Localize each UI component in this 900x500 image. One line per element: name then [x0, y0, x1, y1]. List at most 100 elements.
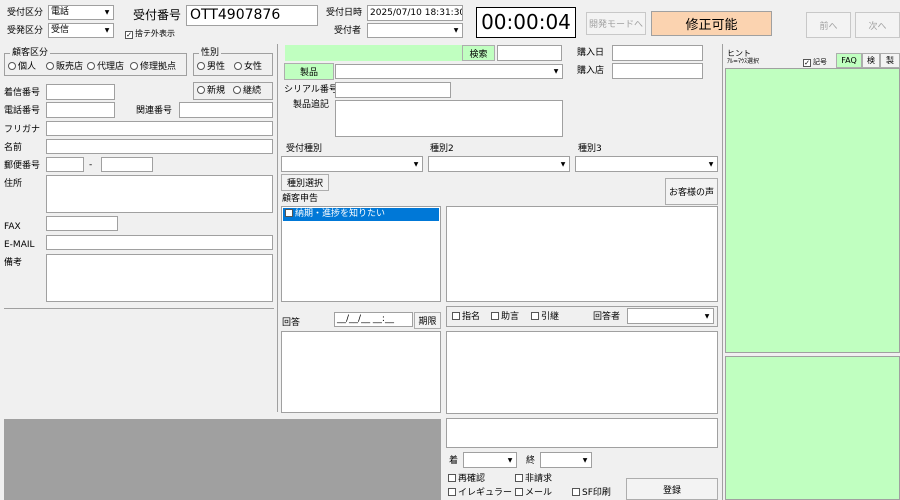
denwa-field[interactable] [46, 102, 115, 118]
biko-label: 備考 [4, 258, 23, 268]
saikakunin-checkbox[interactable]: 再確認 [448, 474, 485, 485]
chevron-down-icon: ▼ [582, 456, 588, 464]
jogen-checkbox[interactable]: 助言 [491, 312, 519, 323]
checkbox-icon [285, 209, 293, 217]
checkbox-icon [448, 474, 456, 482]
chakushin-field[interactable] [46, 84, 115, 100]
kaitousha-select[interactable]: ▼ [627, 308, 714, 324]
radio-icon [234, 62, 242, 70]
bottom-gray-panel [4, 419, 441, 500]
kigou-checkbox[interactable]: ✓ 記号 [803, 57, 827, 68]
radio-icon [197, 62, 205, 70]
kaitou-field[interactable] [281, 331, 441, 413]
namae-field[interactable] [46, 139, 273, 154]
shubetsu-sentaku-button[interactable]: 種別選択 [281, 174, 329, 191]
yubin-field-1[interactable] [46, 157, 84, 172]
uketsuke-bangou-field[interactable]: OTT4907876 [186, 5, 318, 26]
meru-checkbox[interactable]: メール [515, 488, 552, 499]
shubetsu3-select[interactable]: ▼ [575, 156, 718, 172]
seibetsu-radio-josei[interactable]: 女性 [234, 62, 262, 73]
email-field[interactable] [46, 235, 273, 250]
okyakusama-no-koe-button[interactable]: お客様の声 [665, 178, 718, 205]
shubetsu2-select[interactable]: ▼ [428, 156, 570, 172]
checkbox-label: 非請求 [525, 474, 553, 484]
kensaku-highlight [285, 45, 463, 61]
kaitou-detail-field[interactable] [446, 331, 718, 414]
list-item[interactable]: 納期・進捗を知りたい [283, 208, 439, 221]
hint-content-lower[interactable] [725, 356, 900, 500]
radio-label: 個人 [18, 62, 37, 72]
sute-hyouji-checkbox[interactable]: ✓ 捨テ外表示 [125, 28, 175, 39]
radio-icon [197, 86, 205, 94]
shimei-checkbox[interactable]: 指名 [452, 312, 480, 323]
tab-faq[interactable]: FAQ [836, 53, 862, 68]
kounyubi-field[interactable] [612, 45, 703, 61]
uketsuke-kubun-select[interactable]: 電話 ▼ [48, 5, 114, 20]
uketsuke-shubetsu-select[interactable]: ▼ [281, 156, 423, 172]
jusho-field[interactable] [46, 175, 273, 213]
furigana-label: フリガナ [4, 125, 41, 135]
iregyura-checkbox[interactable]: イレギュラー [448, 488, 512, 499]
touroku-button[interactable]: 登録 [626, 478, 718, 500]
uketsukesha-select[interactable]: ▼ [367, 23, 463, 38]
furigana-field[interactable] [46, 121, 273, 136]
kounyuten-field[interactable] [612, 63, 703, 79]
kubun-radio-shuri[interactable]: 修理拠点 [130, 62, 176, 73]
chaku-select[interactable]: ▼ [463, 452, 517, 468]
sf-insatsu-checkbox[interactable]: SF印刷 [572, 488, 611, 499]
kigen-date-field[interactable]: __/__/__ __:__ [334, 312, 413, 327]
fax-field[interactable] [46, 216, 118, 231]
yubin-label: 郵便番号 [4, 161, 41, 171]
seihin-ki-field[interactable] [335, 100, 563, 137]
kaihatsu-mode-button[interactable]: 開発モードへ [586, 12, 646, 35]
chakushin-label: 着信番号 [4, 88, 41, 98]
yubin-field-2[interactable] [101, 157, 153, 172]
email-label: E-MAIL [4, 240, 35, 250]
checkbox-icon [491, 312, 499, 320]
serial-field[interactable] [335, 82, 451, 98]
kaitou-label: 回答 [282, 318, 301, 328]
uketsuke-shubetsu-label: 受付種別 [286, 144, 323, 154]
seibetsu-radio-dansei[interactable]: 男性 [197, 62, 225, 73]
checkbox-checked-icon: ✓ [125, 31, 133, 39]
kigen-button[interactable]: 期限 [414, 312, 441, 329]
hint-content-upper[interactable] [725, 68, 900, 353]
kensaku-field[interactable] [497, 45, 562, 61]
mae-button[interactable]: 前へ [806, 12, 851, 38]
kubun-radio-kojin[interactable]: 個人 [8, 62, 36, 73]
kanren-label: 関連番号 [136, 106, 173, 116]
tsugi-button[interactable]: 次へ [855, 12, 900, 38]
biko-field[interactable] [46, 254, 273, 302]
radio-label: 男性 [207, 62, 226, 72]
shuu-select[interactable]: ▼ [540, 452, 592, 468]
denwa-label: 電話番号 [4, 106, 41, 116]
juhatsu-kubun-select[interactable]: 受信 ▼ [48, 23, 114, 38]
radio-label: 代理店 [97, 62, 125, 72]
uketsuke-nichiji-field[interactable]: 2025/07/10 18:31:30 [367, 5, 463, 21]
seihin-button[interactable]: 製品 [284, 63, 334, 80]
vertical-divider [277, 44, 278, 412]
tab-ken[interactable]: 検 [862, 53, 880, 68]
kubun-radio-dairiten[interactable]: 代理店 [87, 62, 124, 73]
tab-sei[interactable]: 製 [880, 53, 900, 68]
kubun-radio-hanbaiten[interactable]: 販売店 [46, 62, 83, 73]
hikitsugi-checkbox[interactable]: 引継 [531, 312, 559, 323]
keizoku-radio-keizoku[interactable]: 継続 [233, 86, 261, 97]
shinkoku-detail-field[interactable] [446, 206, 718, 302]
checkbox-icon [452, 312, 460, 320]
checkbox-label: 再確認 [458, 474, 486, 484]
checkbox-label: 記号 [813, 58, 827, 66]
seihin-select[interactable]: ▼ [335, 64, 563, 79]
kokyaku-shinkoku-list[interactable]: 納期・進捗を知りたい [281, 206, 441, 302]
kensaku-button[interactable]: 検索 [462, 45, 495, 61]
shusei-kanou-indicator: 修正可能 [651, 11, 772, 36]
chevron-down-icon: ▼ [453, 27, 459, 34]
kokyaku-shinkoku-label: 顧客申告 [282, 194, 319, 204]
kanren-field[interactable] [179, 102, 273, 118]
keizoku-radio-shinki[interactable]: 新規 [197, 86, 225, 97]
chevron-down-icon: ▼ [708, 160, 714, 168]
kaitousha-label: 回答者 [593, 312, 621, 322]
bottom-note-field[interactable] [446, 418, 718, 448]
hiseikyu-checkbox[interactable]: 非請求 [515, 474, 552, 485]
radio-label: 新規 [207, 86, 226, 96]
